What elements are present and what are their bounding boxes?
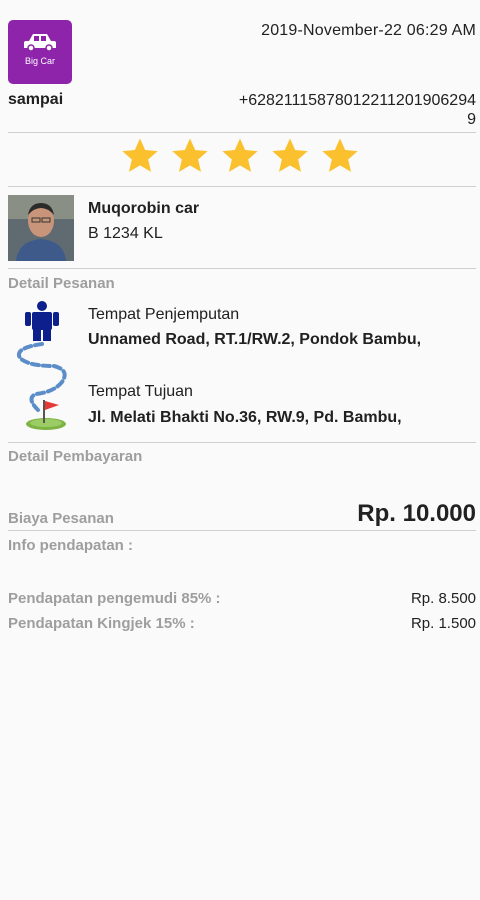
person-icon [25,301,59,341]
divider [8,132,476,133]
destination-address: Jl. Melati Bhakti No.36, RW.9, Pd. Bambu… [88,409,402,426]
order-details-title: Detail Pesanan [8,275,115,292]
car-icon [24,34,56,52]
order-fee-label: Biaya Pesanan [8,510,114,527]
order-datetime: 2019-November-22 06:29 AM [261,22,476,39]
destination-label: Tempat Tujuan [88,383,193,400]
destination-flag-icon [26,400,66,430]
divider [8,442,476,443]
vehicle-plate: B 1234 KL [88,225,163,242]
divider [8,268,476,269]
route-icon [17,301,67,430]
star-icon [222,138,258,172]
pickup-label: Tempat Penjemputan [88,306,240,323]
order-fee-value: Rp. 10.000 [357,500,476,527]
service-type-label: Big Car [24,56,55,66]
rating-stars [0,136,480,176]
driver-avatar [8,195,74,261]
pickup-address: Unnamed Road, RT.1/RW.2, Pondok Bambu, [88,331,422,348]
divider [8,530,476,531]
star-icon [122,138,158,172]
divider [8,186,476,187]
service-type-badge: Big Car [8,20,72,84]
payment-details-title: Detail Pembayaran [8,448,143,465]
income-info-title: Info pendapatan : [8,537,133,554]
company-income-value: Rp. 1.500 [410,615,476,632]
driver-name: Muqorobin car [88,200,200,217]
driver-income-label: Pendapatan pengemudi 85% : [8,590,221,607]
star-icon [272,138,308,172]
star-icon [322,138,358,172]
company-income-label: Pendapatan Kingjek 15% : [8,615,195,632]
customer-phone: +6282111587801221120​19062949 [238,92,476,128]
driver-income-value: Rp. 8.500 [410,590,476,607]
order-status: sampai [8,91,64,108]
star-icon [172,138,208,172]
